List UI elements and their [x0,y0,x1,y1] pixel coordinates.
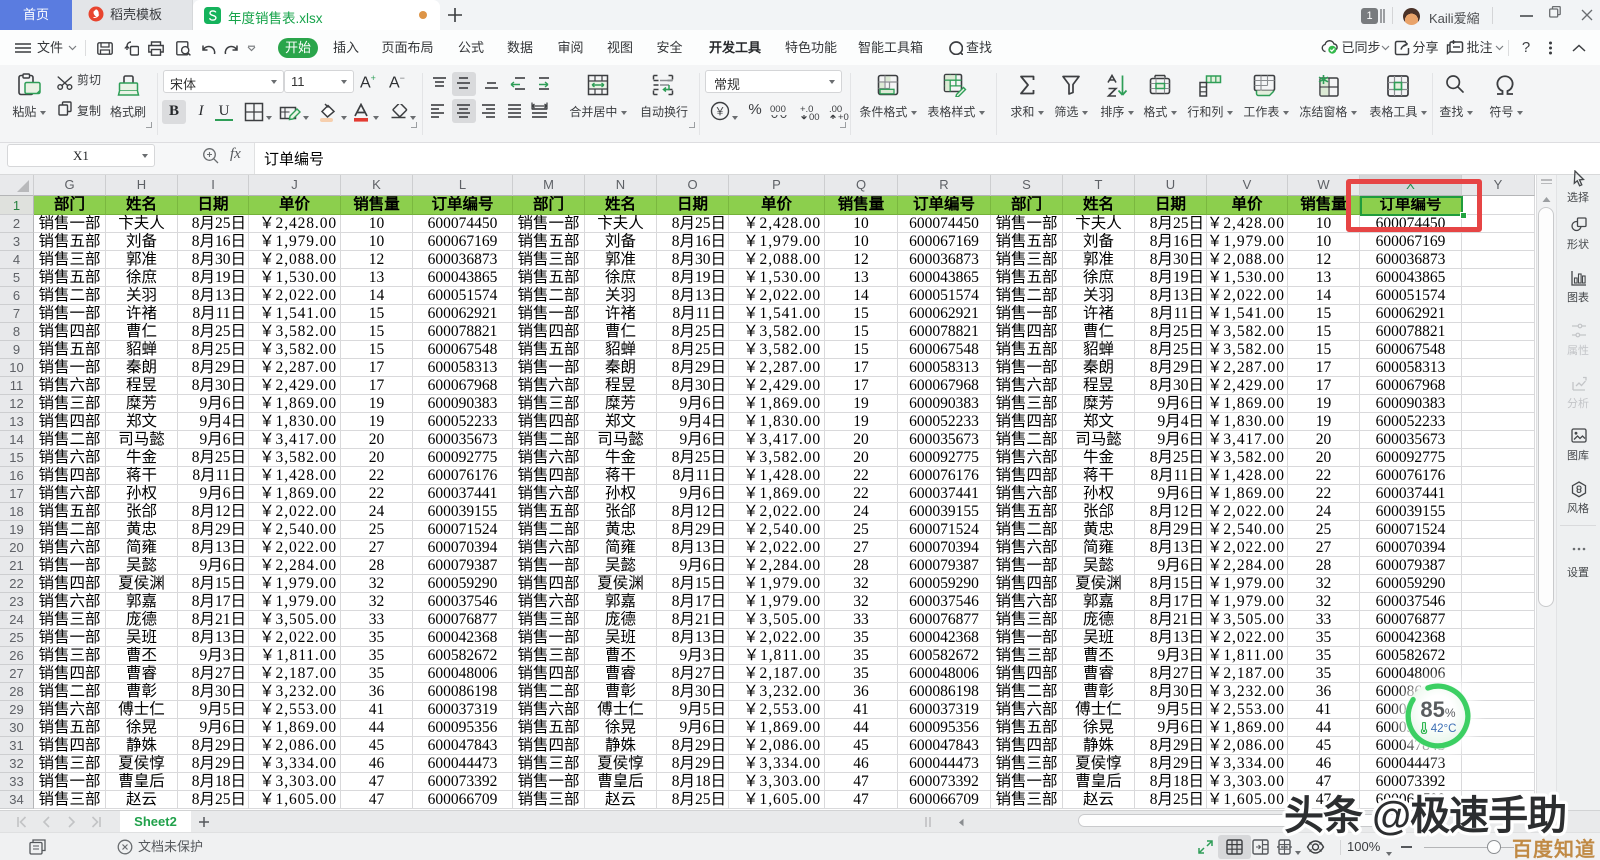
svg-text:00: 00 [809,112,820,121]
svg-text:￥: ￥ [715,106,726,118]
svg-text:+0: +0 [838,112,849,121]
svg-text:头条 @极速手助: 头条 @极速手助 [1284,794,1566,838]
svg-text:000: 000 [770,104,786,115]
